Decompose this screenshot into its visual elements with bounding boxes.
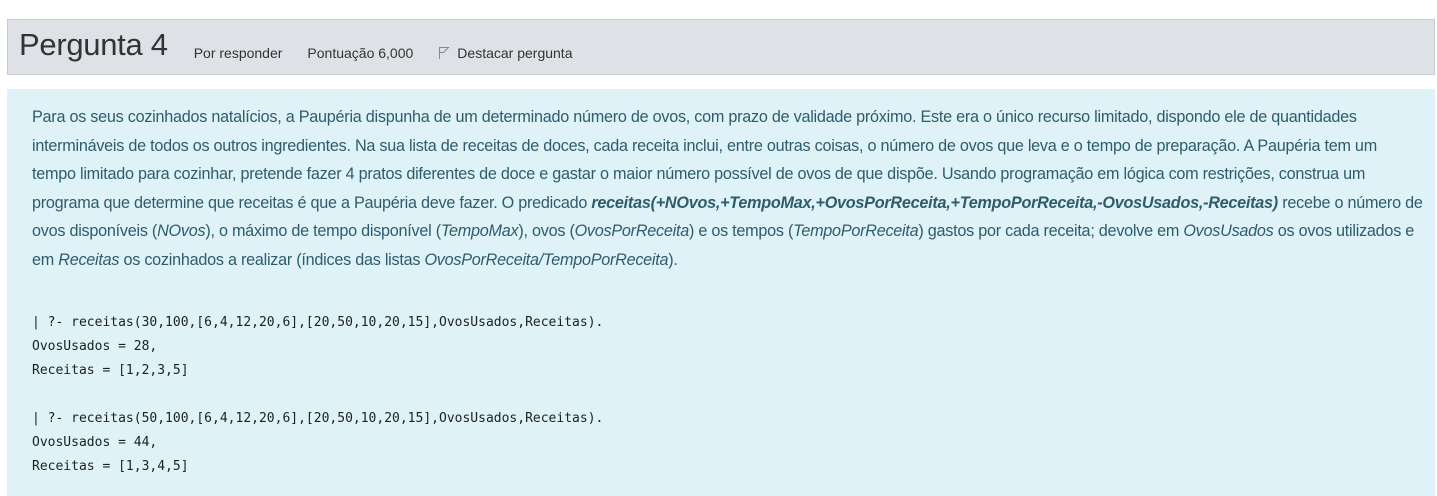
question-title: Pergunta 4 bbox=[19, 27, 168, 63]
term: OvosPorReceita bbox=[574, 222, 690, 240]
code-line: | ?- receitas(50,100,[6,4,12,20,6],[20,5… bbox=[32, 411, 604, 426]
code-examples: | ?- receitas(30,100,[6,4,12,20,6],[20,5… bbox=[32, 311, 603, 479]
term: NOvos bbox=[157, 222, 206, 240]
text: ). bbox=[668, 250, 678, 269]
term: OvosPorReceita/TempoPorReceita bbox=[424, 250, 669, 269]
question-content: Para os seus cozinhados natalícios, a Pa… bbox=[7, 89, 1435, 496]
question-score: Pontuação 6,000 bbox=[307, 45, 414, 61]
code-line: OvosUsados = 44, bbox=[32, 435, 158, 450]
term: TempoPorReceita bbox=[793, 222, 919, 240]
question-number: 4 bbox=[150, 27, 168, 62]
term: Receitas bbox=[58, 250, 120, 269]
question-header: Pergunta 4 Por responder Pontuação 6,000… bbox=[7, 19, 1435, 75]
text: os cozinhados a realizar (índices das li… bbox=[119, 250, 425, 269]
code-line: | ?- receitas(30,100,[6,4,12,20,6],[20,5… bbox=[32, 315, 604, 330]
flag-icon bbox=[439, 47, 451, 59]
code-line: Receitas = [1,3,4,5] bbox=[32, 459, 189, 474]
question-status: Por responder bbox=[193, 45, 283, 61]
text: ), o máximo de tempo disponível ( bbox=[205, 222, 441, 240]
term: TempoMax bbox=[440, 222, 519, 240]
term: OvosUsados bbox=[1183, 222, 1274, 240]
flag-question-button[interactable]: Destacar pergunta bbox=[438, 45, 572, 61]
question-title-prefix: Pergunta bbox=[19, 27, 143, 62]
text: ) gastos por cada receita; devolve em bbox=[918, 222, 1184, 240]
code-line: OvosUsados = 28, bbox=[32, 339, 158, 354]
text: ) e os tempos ( bbox=[688, 222, 794, 240]
code-line: Receitas = [1,2,3,5] bbox=[32, 363, 189, 378]
predicate-signature: receitas(+NOvos,+TempoMax,+OvosPorReceit… bbox=[591, 193, 1278, 212]
question-text: Para os seus cozinhados natalícios, a Pa… bbox=[32, 103, 1424, 274]
flag-question-label: Destacar pergunta bbox=[457, 45, 573, 61]
text: ), ovos ( bbox=[518, 222, 575, 240]
